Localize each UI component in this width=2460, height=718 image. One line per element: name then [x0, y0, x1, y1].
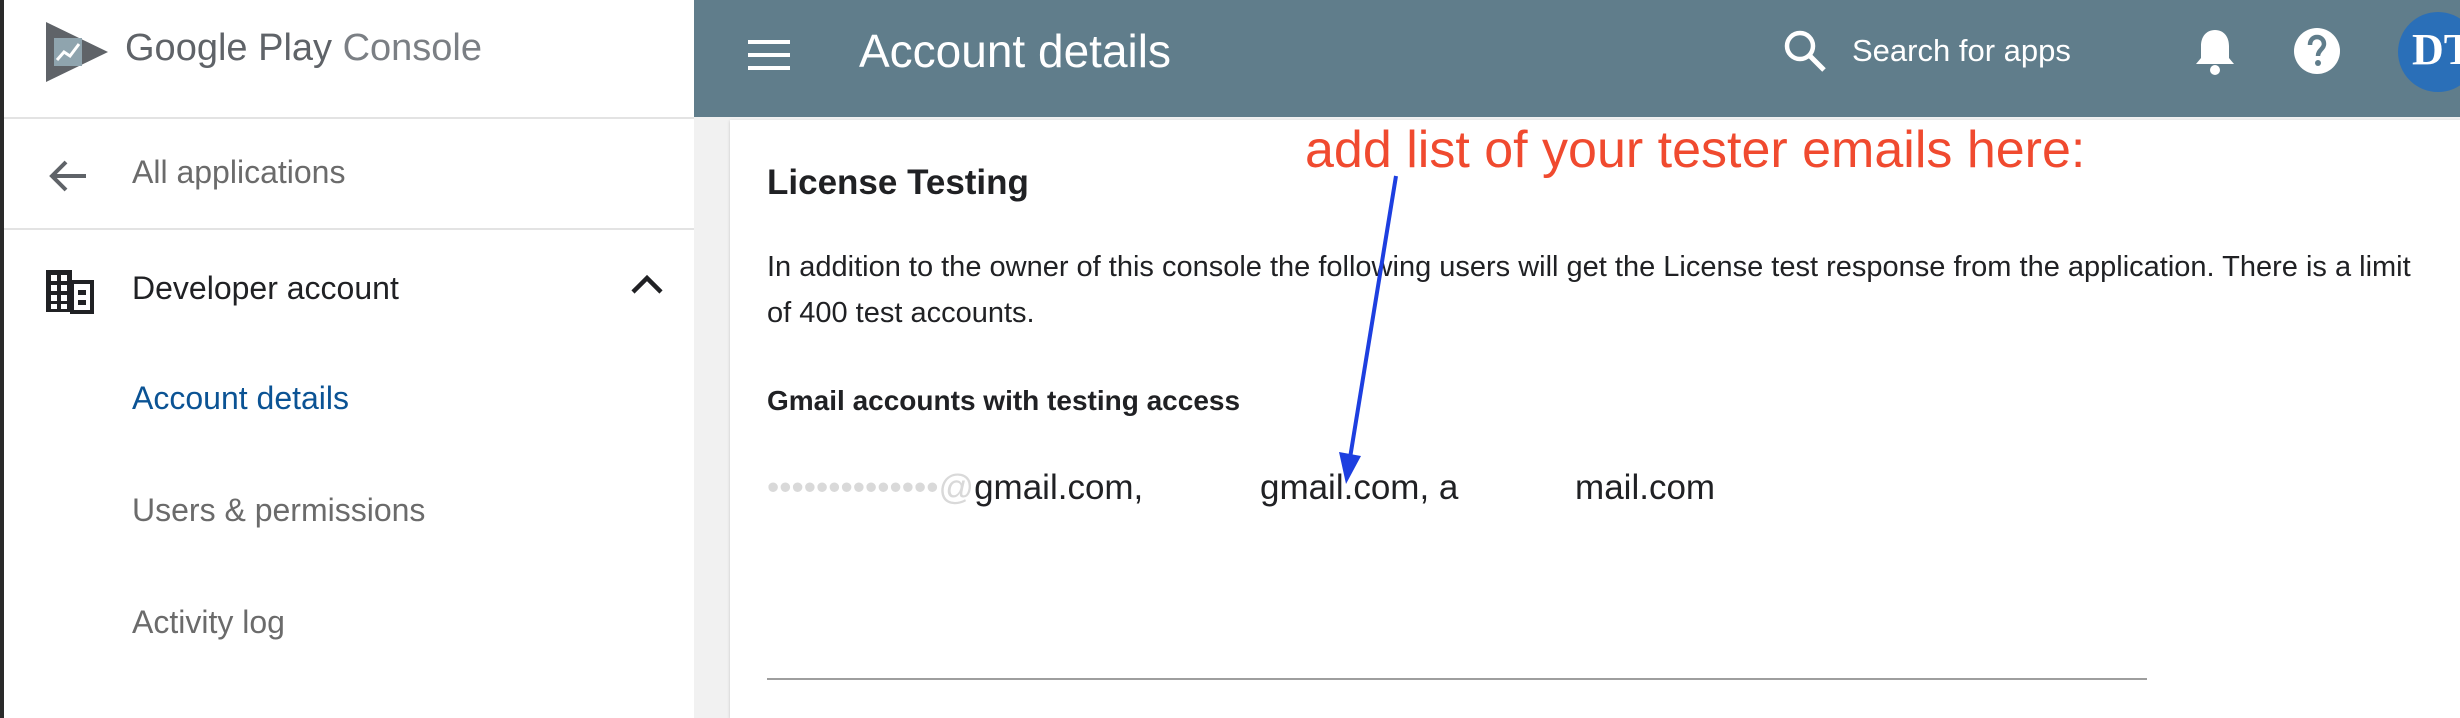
gmail-accounts-label: Gmail accounts with testing access — [767, 385, 1241, 416]
license-testing-card — [730, 120, 2460, 718]
search-icon[interactable] — [1782, 28, 1828, 74]
brand-google-play: Google Play — [125, 27, 333, 69]
brand-console: Console — [342, 27, 482, 69]
google-play-console-logo-icon — [46, 22, 108, 82]
avatar[interactable]: DT — [2398, 12, 2460, 92]
annotation-text: add list of your tester emails here: — [1305, 121, 2086, 179]
help-icon[interactable] — [2292, 26, 2342, 76]
chevron-up-icon[interactable] — [630, 272, 664, 296]
page-title: Account details — [859, 25, 1171, 77]
building-icon — [46, 270, 94, 314]
nav-all-applications-label: All applications — [132, 154, 346, 190]
brand-header[interactable]: Google Play Console — [4, 0, 694, 119]
top-app-bar: Account details Search for apps DT — [694, 0, 2460, 117]
redacted-email-part: ••••••••••••••@ — [767, 468, 975, 507]
sidebar-item-account-details[interactable]: Account details — [132, 380, 349, 417]
emails-field-underline — [767, 678, 2147, 680]
sidebar-item-activity-log[interactable]: Activity log — [132, 604, 285, 641]
tester-emails-field[interactable]: ••••••••••••••@gmail.com, gmail.com, a m… — [767, 468, 1715, 508]
avatar-initials: DT — [2412, 25, 2460, 74]
nav-developer-account-label: Developer account — [132, 270, 399, 306]
brand-name: Google Play Console — [125, 27, 482, 70]
nav-all-applications[interactable]: All applications — [4, 118, 694, 230]
sidebar-item-users-permissions[interactable]: Users & permissions — [132, 492, 425, 529]
nav-developer-account[interactable]: Developer account — [4, 230, 694, 340]
annotation-arrow-icon — [1339, 175, 1398, 484]
back-arrow-icon — [49, 160, 86, 192]
search-input[interactable]: Search for apps — [1852, 33, 2071, 69]
section-title: License Testing — [767, 163, 1029, 202]
bell-icon[interactable] — [2192, 26, 2238, 76]
hamburger-menu-icon[interactable] — [748, 38, 790, 72]
sidebar: Google Play Console All applications Dev… — [4, 0, 695, 718]
section-description: In addition to the owner of this console… — [767, 251, 2411, 329]
